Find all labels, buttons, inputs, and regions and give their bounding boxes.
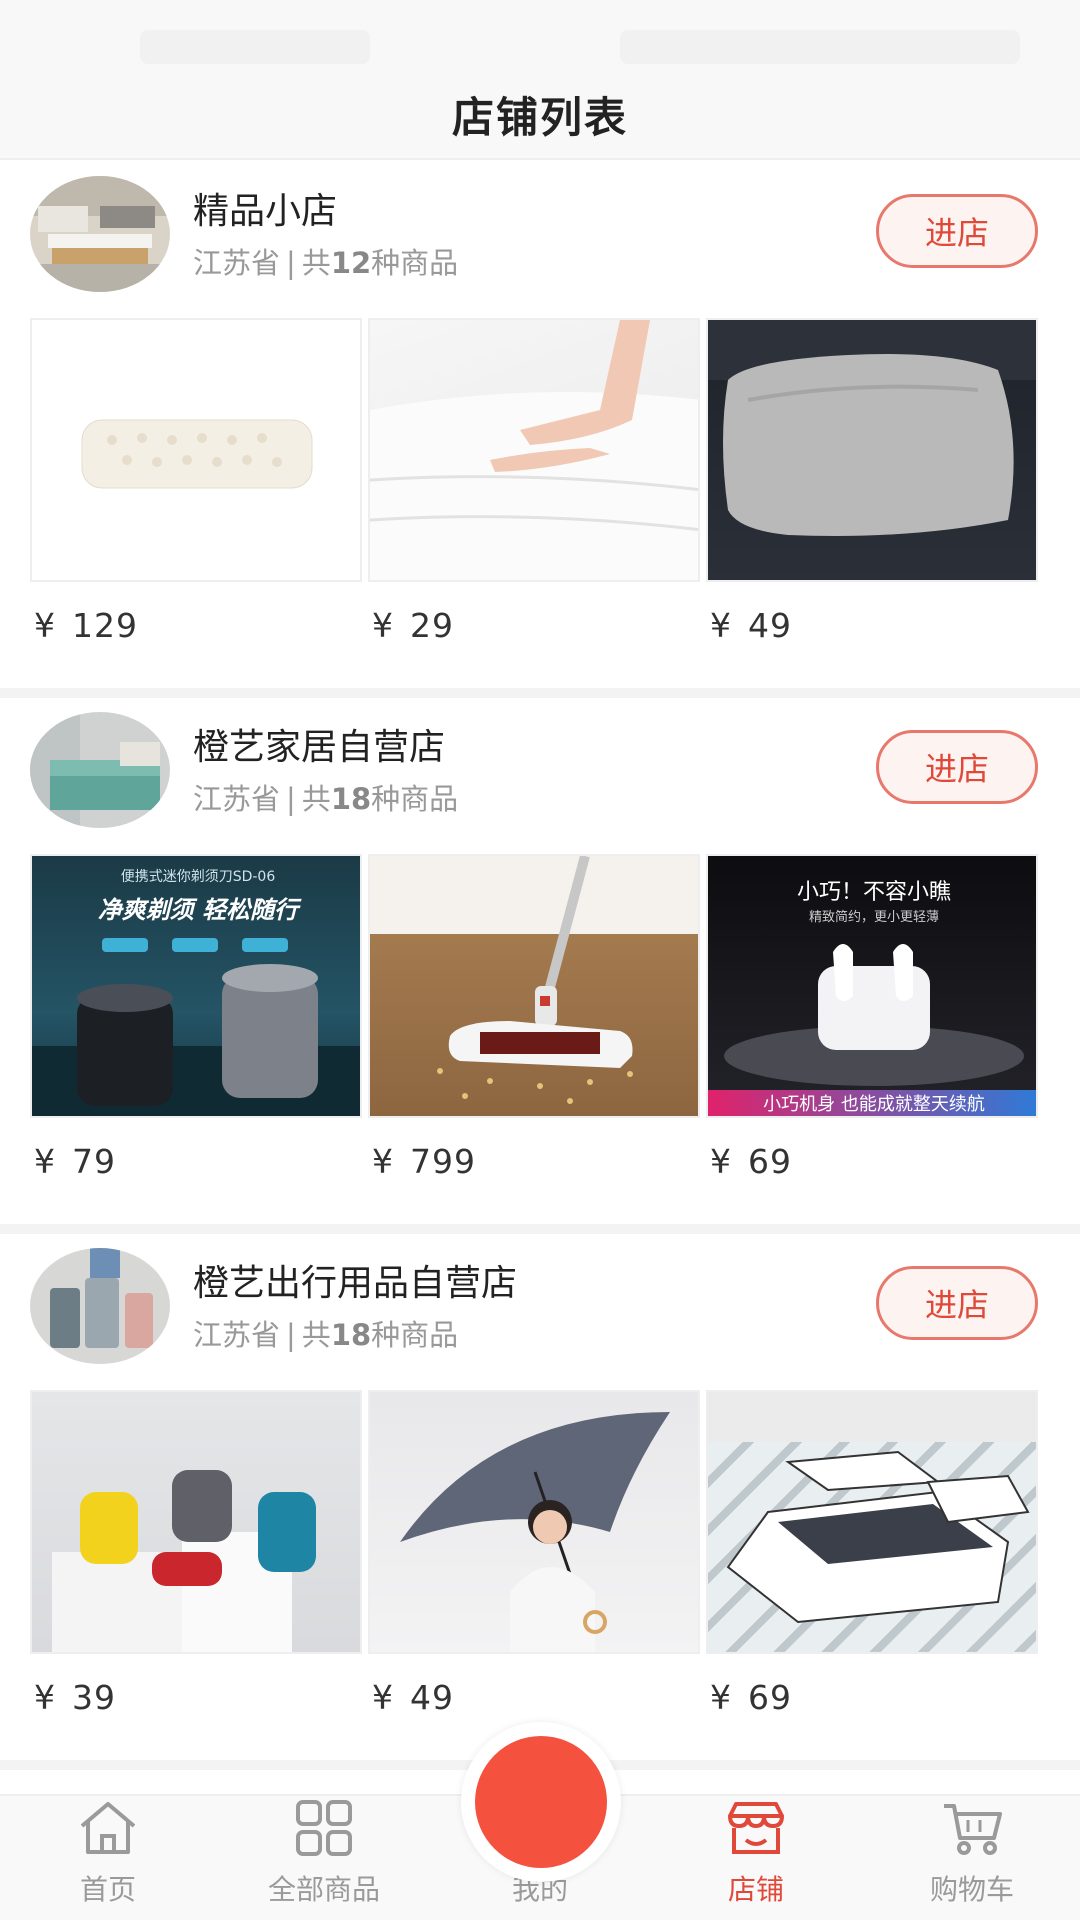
shop-card[interactable]: 橙艺家居自营店 江苏省 | 共18种商品 进店 便携式迷你剃须刀SD-06 净爽… — [0, 698, 1080, 1234]
count-prefix: 共 — [301, 782, 331, 816]
product-price: ¥79 — [34, 1142, 116, 1181]
status-bar — [0, 0, 1080, 70]
tab-home[interactable]: 首页 — [0, 1796, 216, 1920]
product-image[interactable] — [30, 1390, 362, 1654]
status-bar-left — [140, 30, 370, 64]
meta-separator: | — [286, 246, 296, 280]
product-item[interactable] — [30, 318, 362, 588]
banner-bottom-text: 小巧机身 也能成就整天续航 — [708, 1090, 1036, 1116]
tab-label: 全部商品 — [267, 1873, 380, 1906]
product-item[interactable] — [30, 1390, 362, 1660]
shop-avatar[interactable] — [30, 712, 170, 828]
product-item[interactable]: 便携式迷你剃须刀SD-06 净爽剃须 轻松随行 — [30, 854, 362, 1124]
shop-meta: 江苏省 | 共12种商品 — [193, 240, 458, 282]
page-title: 店铺列表 — [451, 92, 628, 142]
page-header: 店铺列表 — [0, 70, 1080, 160]
product-price: ¥69 — [710, 1142, 792, 1181]
product-count: 18 — [330, 782, 372, 816]
shop-province: 江苏省 — [193, 1318, 281, 1352]
count-suffix: 种商品 — [371, 1318, 459, 1352]
product-count: 18 — [330, 1318, 372, 1352]
product-image[interactable] — [368, 318, 700, 582]
profile-center-button[interactable] — [461, 1722, 621, 1882]
product-item[interactable] — [706, 1390, 1038, 1660]
tab-label: 首页 — [79, 1873, 136, 1906]
product-item[interactable]: 小巧！不容小瞧 精致简约，更小更轻薄 小巧机身 也能成就整天续航 — [706, 854, 1038, 1124]
product-price: ¥39 — [34, 1678, 116, 1717]
product-price: ¥29 — [372, 606, 454, 645]
count-suffix: 种商品 — [371, 246, 459, 280]
product-price: ¥799 — [372, 1142, 476, 1181]
product-item[interactable] — [368, 318, 700, 588]
meta-separator: | — [286, 1318, 296, 1352]
product-image[interactable]: 小巧！不容小瞧 精致简约，更小更轻薄 小巧机身 也能成就整天续航 — [706, 854, 1038, 1118]
product-image[interactable] — [368, 854, 700, 1118]
count-prefix: 共 — [301, 1318, 331, 1352]
home-icon — [80, 1802, 136, 1854]
shop-name[interactable]: 橙艺出行用品自营店 — [193, 1254, 517, 1306]
tab-label: 店铺 — [727, 1873, 784, 1906]
cart-icon — [944, 1804, 1002, 1855]
product-item[interactable] — [368, 1390, 700, 1660]
enter-shop-button[interactable]: 进店 — [876, 194, 1038, 268]
shop-card[interactable]: 橙艺出行用品自营店 江苏省 | 共18种商品 进店 ¥ 39 ¥ 49 ¥ 69 — [0, 1234, 1080, 1770]
shop-avatar[interactable] — [30, 1248, 170, 1364]
shop-name[interactable]: 精品小店 — [193, 182, 337, 234]
shop-province: 江苏省 — [193, 246, 281, 280]
product-image[interactable] — [368, 1390, 700, 1654]
product-image[interactable] — [30, 318, 362, 582]
shop-meta: 江苏省 | 共18种商品 — [193, 776, 458, 818]
product-row — [30, 318, 1038, 588]
product-row: 便携式迷你剃须刀SD-06 净爽剃须 轻松随行 小巧！不容小瞧 精致简约，更小更… — [30, 854, 1038, 1124]
meta-separator: | — [286, 782, 296, 816]
product-image[interactable] — [706, 1390, 1038, 1654]
product-image[interactable]: 便携式迷你剃须刀SD-06 净爽剃须 轻松随行 — [30, 854, 362, 1118]
enter-shop-button[interactable]: 进店 — [876, 1266, 1038, 1340]
product-price: ¥69 — [710, 1678, 792, 1717]
grid-icon — [296, 1800, 352, 1856]
count-prefix: 共 — [301, 246, 331, 280]
product-row — [30, 1390, 1038, 1660]
center-button-icon — [475, 1736, 607, 1868]
shop-avatar[interactable] — [30, 176, 170, 292]
tab-label: 购物车 — [929, 1873, 1014, 1906]
shop-card[interactable]: 精品小店 江苏省 | 共12种商品 进店 ¥ 129 ¥ 29 ¥ 49 — [0, 162, 1080, 698]
product-price: ¥129 — [34, 606, 138, 645]
count-suffix: 种商品 — [371, 782, 459, 816]
shop-province: 江苏省 — [193, 782, 281, 816]
status-bar-right — [620, 30, 1020, 64]
product-price: ¥49 — [372, 1678, 454, 1717]
tab-cart[interactable]: 购物车 — [864, 1796, 1080, 1920]
tab-all-products[interactable]: 全部商品 — [216, 1796, 432, 1920]
product-image[interactable] — [706, 318, 1038, 582]
product-count: 12 — [330, 246, 372, 280]
shop-meta: 江苏省 | 共18种商品 — [193, 1312, 458, 1354]
product-item[interactable] — [368, 854, 700, 1124]
shop-icon — [728, 1802, 784, 1854]
tab-shop[interactable]: 店铺 — [648, 1796, 864, 1920]
shop-list[interactable]: 精品小店 江苏省 | 共12种商品 进店 ¥ 129 ¥ 29 ¥ 49 橙艺家… — [0, 162, 1080, 1792]
shop-name[interactable]: 橙艺家居自营店 — [193, 718, 445, 770]
product-item[interactable] — [706, 318, 1038, 588]
product-price: ¥49 — [710, 606, 792, 645]
enter-shop-button[interactable]: 进店 — [876, 730, 1038, 804]
